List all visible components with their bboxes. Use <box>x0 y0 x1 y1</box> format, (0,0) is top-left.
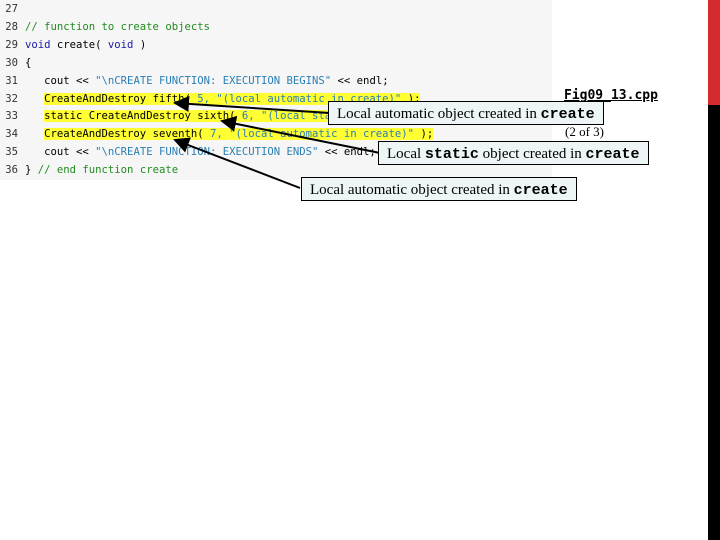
code-line: 34 CreateAndDestroy seventh( 7, "(local … <box>0 125 434 143</box>
code-token: // function to create objects <box>25 20 210 33</box>
callout-text: Local <box>387 146 425 162</box>
code-token: void <box>107 38 134 51</box>
line-number: 36 <box>5 164 18 177</box>
code-line: 29 void create( void ) <box>0 36 146 54</box>
line-number: 32 <box>5 92 18 105</box>
accent-bar-black <box>708 105 720 540</box>
line-number: 35 <box>5 146 18 159</box>
code-token: cout << <box>25 146 96 159</box>
code-token: "\nCREATE FUNCTION: EXECUTION BEGINS" <box>95 74 332 87</box>
code-line: 27 <box>0 0 25 18</box>
code-token: ); <box>414 128 434 141</box>
code-token: } <box>25 164 38 177</box>
code-token: static CreateAndDestroy sixth( <box>44 110 242 123</box>
code-token: CreateAndDestroy fifth( <box>44 92 198 105</box>
code-token: create( <box>50 38 108 51</box>
line-number: 34 <box>5 128 18 141</box>
code-token: CreateAndDestroy seventh( <box>44 128 210 141</box>
code-token: << endl; <box>331 74 389 87</box>
code-line: 30 { <box>0 54 31 72</box>
figure-page-indicator: (2 of 3) <box>565 124 604 139</box>
code-token: { <box>25 56 32 69</box>
code-token: void <box>25 38 51 51</box>
callout-sixth: Local static object created in create <box>378 141 649 165</box>
code-token: << endl; <box>318 146 376 159</box>
line-number: 27 <box>5 3 18 15</box>
callout-seventh: Local automatic object created in create <box>301 177 577 201</box>
accent-bar-red <box>708 0 720 105</box>
callout-code: create <box>585 146 640 163</box>
line-number: 33 <box>5 110 18 123</box>
code-line: 35 cout << "\nCREATE FUNCTION: EXECUTION… <box>0 143 376 161</box>
line-number: 29 <box>5 38 18 51</box>
line-number: 30 <box>5 56 18 69</box>
callout-text: object created in <box>478 146 586 162</box>
code-line: 36} // end function create <box>0 161 178 179</box>
callout-fifth: Local automatic object created in create <box>328 101 604 125</box>
code-token: cout << <box>25 74 96 87</box>
callout-text: Local automatic object created in <box>337 106 541 122</box>
code-token: 7, "(local automatic in create)" <box>209 128 415 141</box>
code-line: 28 // function to create objects <box>0 18 210 36</box>
callout-code: static <box>424 146 479 163</box>
line-number: 28 <box>5 20 18 33</box>
code-token: ) <box>133 38 147 51</box>
callout-text: Local automatic object created in <box>310 182 514 198</box>
line-number: 31 <box>5 74 18 87</box>
code-token: // end function create <box>37 164 179 177</box>
code-token: "\nCREATE FUNCTION: EXECUTION ENDS" <box>95 146 319 159</box>
code-line: 31 cout << "\nCREATE FUNCTION: EXECUTION… <box>0 72 389 90</box>
callout-code: create <box>540 106 595 123</box>
callout-code: create <box>513 182 568 199</box>
